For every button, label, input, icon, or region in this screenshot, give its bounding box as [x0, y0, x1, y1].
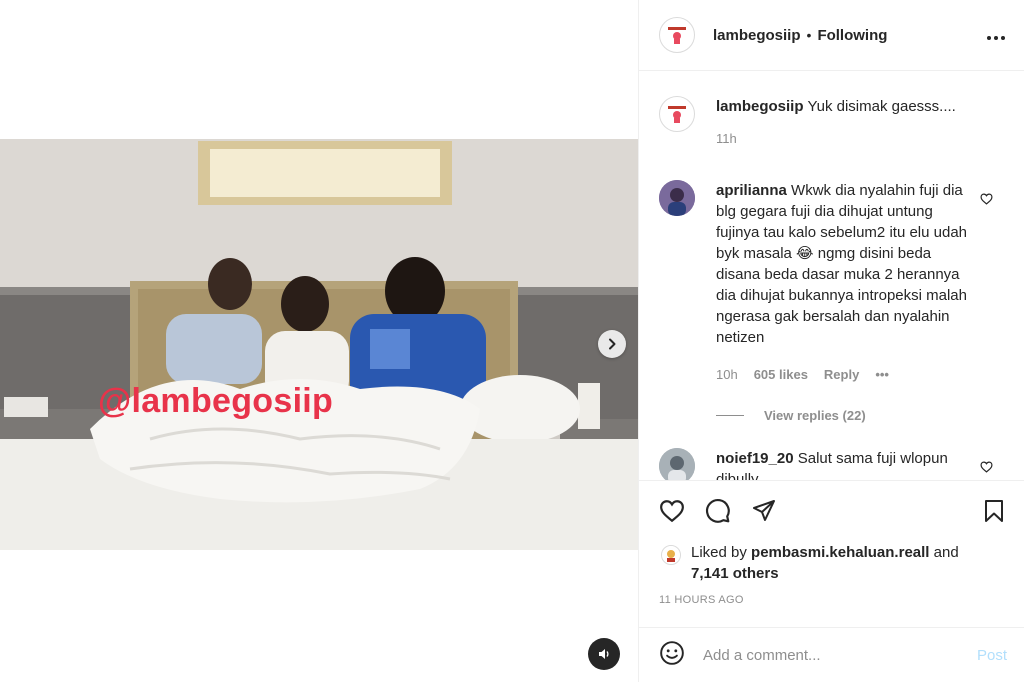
caption-text: Yuk disimak gaesss.... [807, 98, 956, 115]
comment-username[interactable]: noief19_20 [716, 450, 794, 467]
likes-summary: Liked by pembasmi.kehaluan.reall and 7,1… [661, 542, 959, 584]
post-video[interactable]: @lambegosiip [0, 139, 638, 550]
share-icon [753, 499, 775, 521]
comment-time[interactable]: 10h [716, 364, 738, 385]
comment-like-button[interactable] [980, 460, 993, 478]
liked-by-connector: and [929, 544, 959, 561]
comment-username[interactable]: aprilianna [716, 182, 787, 199]
chevron-right-icon [609, 338, 616, 350]
next-media-button[interactable] [598, 330, 626, 358]
post-side-panel: lambegosiip • Following lambegosiip Yuk … [638, 0, 1024, 682]
post-timestamp[interactable]: 11 HOURS AGO [659, 594, 744, 606]
comment-text: Wkwk dia nyalahin fuji dia blg gegara fu… [716, 182, 968, 346]
likes-others-count[interactable]: 7,141 others [691, 565, 779, 582]
speaker-icon [599, 649, 609, 659]
comments-list[interactable]: lambegosiip Yuk disimak gaesss.... 11h a… [639, 72, 1024, 480]
following-button[interactable]: Following [817, 27, 887, 44]
comment-more-button[interactable]: ••• [875, 364, 889, 385]
comment-item: aprilianna Wkwk dia nyalahin fuji dia bl… [659, 180, 1009, 426]
user-avatar-image [659, 448, 695, 480]
avatar[interactable] [659, 448, 695, 480]
emoji-icon [660, 640, 684, 665]
profile-logo-icon [663, 21, 691, 49]
post-actions-bar [639, 480, 1024, 540]
comment-item: noief19_20 Salut sama fuji wlopun dibull… [659, 448, 1009, 480]
liked-by-username[interactable]: pembasmi.kehaluan.reall [751, 544, 929, 561]
more-horizontal-icon [987, 35, 1005, 40]
comment-like-button[interactable] [980, 192, 993, 210]
emoji-button[interactable] [659, 640, 685, 671]
save-button[interactable] [979, 496, 1009, 526]
audio-toggle-button[interactable] [588, 638, 620, 670]
separator-dot: • [806, 27, 812, 43]
heart-icon [980, 193, 993, 205]
avatar[interactable] [661, 545, 681, 565]
caption-username[interactable]: lambegosiip [716, 98, 804, 115]
share-button[interactable] [749, 496, 779, 526]
user-avatar-image [659, 180, 695, 216]
caption-time[interactable]: 11h [716, 128, 956, 150]
post-caption: lambegosiip Yuk disimak gaesss.... 11h [659, 96, 956, 150]
more-options-button[interactable] [986, 25, 1006, 46]
video-frame-image [0, 139, 638, 550]
view-replies-button[interactable]: View replies (22) [716, 405, 976, 426]
avatar[interactable] [659, 17, 695, 53]
comment-input[interactable] [703, 646, 977, 664]
like-button[interactable] [657, 496, 687, 526]
heart-icon [660, 499, 684, 522]
comment-icon [706, 498, 730, 523]
media-pane: @lambegosiip [0, 0, 638, 682]
post-header: lambegosiip • Following [639, 0, 1024, 71]
bookmark-icon [985, 499, 1003, 522]
header-username[interactable]: lambegosiip [713, 27, 801, 44]
avatar[interactable] [659, 180, 695, 216]
heart-icon [980, 461, 993, 473]
video-watermark: @lambegosiip [98, 382, 334, 420]
user-avatar-image [662, 546, 680, 564]
replies-divider [716, 415, 744, 416]
view-replies-label: View replies (22) [764, 408, 866, 423]
profile-logo-icon [663, 100, 691, 128]
comment-button[interactable] [703, 496, 733, 526]
avatar[interactable] [659, 96, 695, 132]
add-comment-bar: Post [639, 627, 1024, 682]
reply-button[interactable]: Reply [824, 364, 859, 385]
post-comment-button[interactable]: Post [977, 647, 1007, 664]
liked-by-prefix: Liked by [691, 544, 752, 561]
comment-likes-count[interactable]: 605 likes [754, 364, 808, 385]
